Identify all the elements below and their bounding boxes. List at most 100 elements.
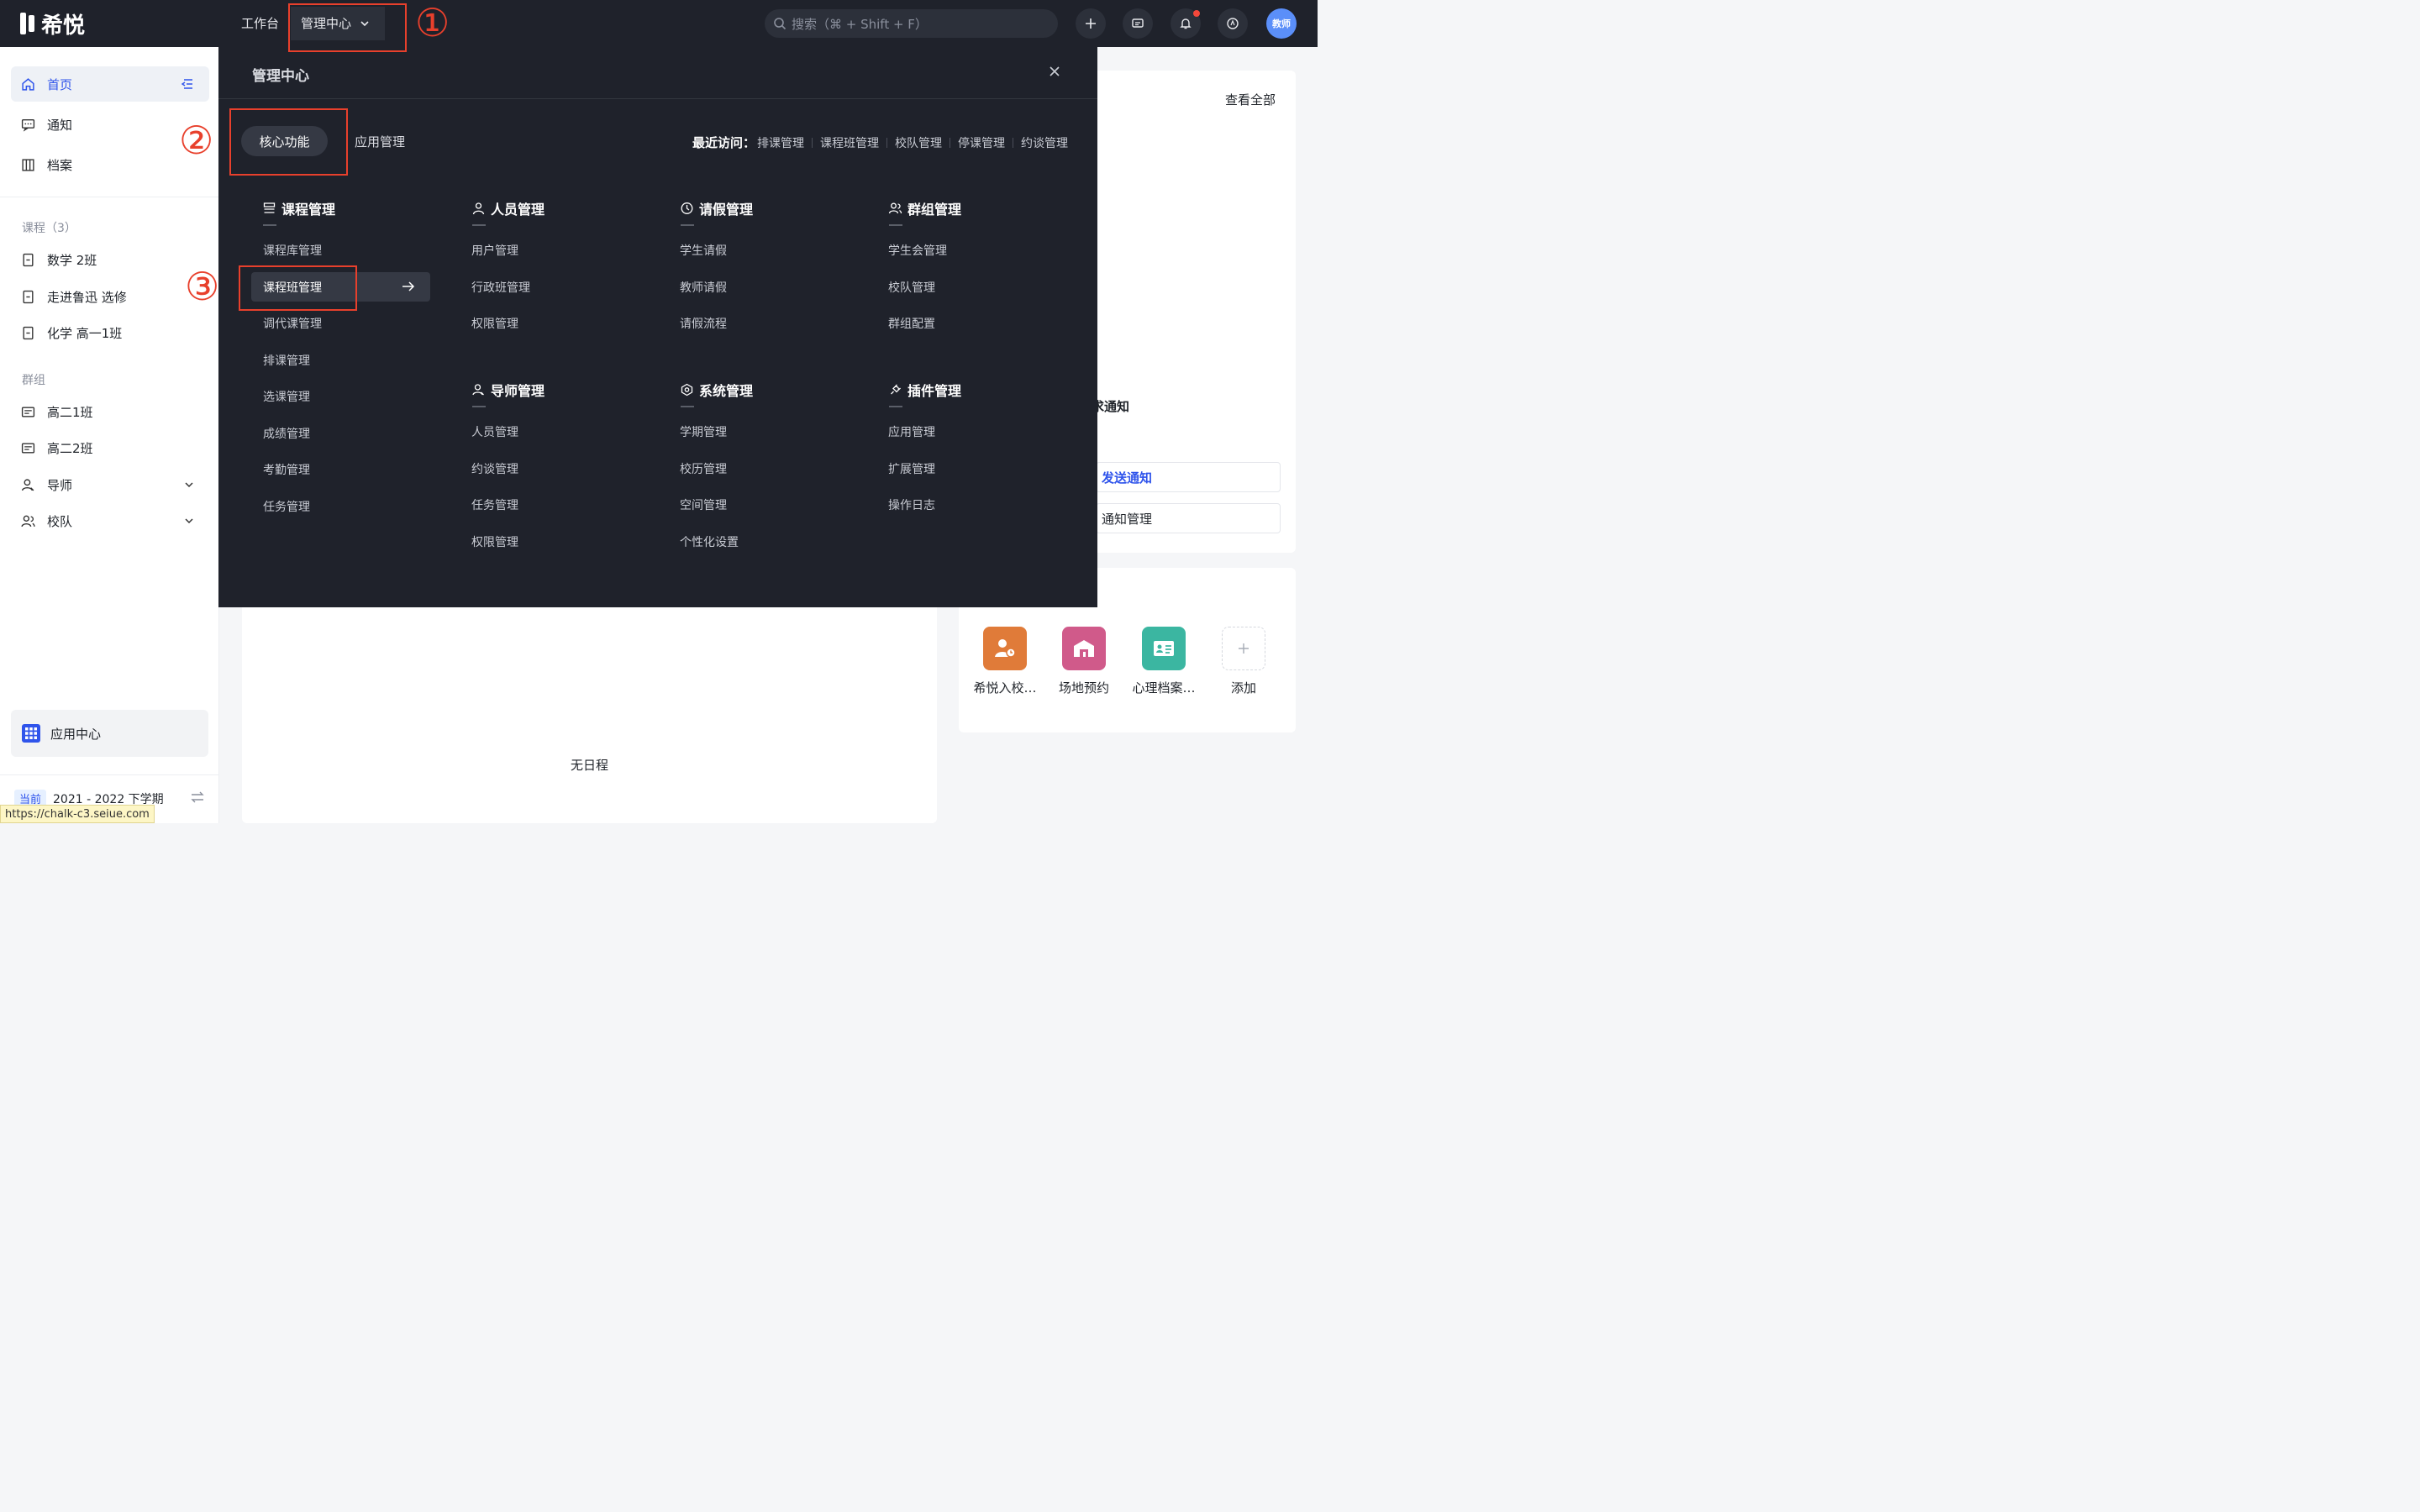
schedule-card: 无日程 <box>242 588 937 823</box>
menu-link[interactable]: 调代课管理 <box>263 315 322 332</box>
close-icon[interactable] <box>1049 66 1060 77</box>
send-notice-button[interactable]: 发送通知 <box>1096 462 1281 492</box>
recent-link[interactable]: 停课管理 <box>958 134 1005 151</box>
menu-divider <box>218 98 1097 99</box>
menu-link[interactable]: 行政班管理 <box>471 279 530 296</box>
users-icon <box>888 202 902 214</box>
plus-icon <box>1086 18 1096 29</box>
sidebar-item-label: 导师 <box>47 477 73 493</box>
annotation-number: ③ <box>185 264 220 309</box>
book-icon <box>23 290 34 303</box>
menu-title: 管理中心 <box>252 68 309 85</box>
menu-link[interactable]: 空间管理 <box>680 496 727 513</box>
search-input[interactable]: 搜索（⌘ + Shift + F） <box>765 9 1058 38</box>
menu-link[interactable]: 学生会管理 <box>888 242 947 259</box>
user-avatar[interactable]: 教师 <box>1266 8 1297 39</box>
plug-icon <box>891 384 901 395</box>
add-button[interactable] <box>1076 8 1106 39</box>
sidebar-item-course[interactable]: 数学 2班 <box>11 242 209 277</box>
annotation-number: ② <box>179 118 214 163</box>
menu-link[interactable]: 操作日志 <box>888 496 935 513</box>
sidebar-item-label: 校队 <box>47 513 73 529</box>
menu-link[interactable]: 约谈管理 <box>471 460 518 477</box>
menu-link[interactable]: 权限管理 <box>471 533 518 550</box>
notice-manage-button[interactable]: 通知管理 <box>1096 503 1281 533</box>
status-url: https://chalk-c3.seiue.com <box>0 805 155 823</box>
menu-link[interactable]: 任务管理 <box>471 496 518 513</box>
clock-icon <box>681 202 693 214</box>
app-tile[interactable]: 希悦入校… <box>963 627 1047 696</box>
menu-link[interactable]: 校历管理 <box>680 460 727 477</box>
app-tile-label: 心理档案… <box>1132 680 1196 696</box>
menu-link[interactable]: 成绩管理 <box>263 425 310 442</box>
sidebar-item-label: 档案 <box>47 157 73 173</box>
chevron-down-icon[interactable] <box>184 516 194 526</box>
search-icon <box>774 18 786 30</box>
tab-app-management[interactable]: 应用管理 <box>355 133 405 150</box>
menu-link[interactable]: 学生请假 <box>680 242 727 259</box>
collapse-sidebar-icon[interactable] <box>181 78 194 90</box>
sidebar-item-team[interactable]: 校队 <box>11 503 209 538</box>
app-center-button[interactable]: 应用中心 <box>11 710 208 757</box>
recent-link[interactable]: 校队管理 <box>895 134 942 151</box>
profile-switch-button[interactable] <box>1218 8 1248 39</box>
sidebar-item-course[interactable]: 走进鲁迅 选修 <box>11 279 209 314</box>
sidebar-item-label: 首页 <box>47 76 73 92</box>
sidebar-item-group[interactable]: 高二1班 <box>11 394 209 429</box>
message-button[interactable] <box>1123 8 1153 39</box>
sidebar: 首页 通知 档案 课程（3） 数学 2班 走进鲁迅 选修 化学 高一1班 群组 … <box>0 47 219 823</box>
app-center-label: 应用中心 <box>50 726 102 742</box>
menu-link[interactable]: 人员管理 <box>471 423 518 440</box>
annotation-box <box>288 3 407 52</box>
group-title: 系统管理 <box>699 383 754 399</box>
sidebar-item-label: 高二2班 <box>47 440 93 456</box>
menu-link[interactable]: 群组配置 <box>888 315 935 332</box>
menu-link[interactable]: 排课管理 <box>263 352 310 369</box>
menu-link[interactable]: 扩展管理 <box>888 460 935 477</box>
app-tile-label: 添加 <box>1230 680 1256 696</box>
sidebar-item-course[interactable]: 化学 高一1班 <box>11 315 209 350</box>
sidebar-item-home[interactable]: 首页 <box>11 66 209 102</box>
menu-link[interactable]: 教师请假 <box>680 279 727 296</box>
app-tile[interactable]: 心理档案… <box>1122 627 1206 696</box>
menu-link[interactable]: 应用管理 <box>888 423 935 440</box>
group-title: 课程管理 <box>281 202 336 218</box>
search-placeholder: 搜索（⌘ + Shift + F） <box>792 16 928 32</box>
recent-link[interactable]: 课程班管理 <box>820 134 879 151</box>
nav-workbench[interactable]: 工作台 <box>241 12 279 35</box>
message-icon <box>21 118 35 132</box>
menu-link[interactable]: 任务管理 <box>263 498 310 515</box>
sidebar-divider <box>0 774 219 775</box>
sidebar-item-mentor[interactable]: 导师 <box>11 467 209 502</box>
sidebar-item-label: 化学 高一1班 <box>47 325 123 341</box>
menu-link[interactable]: 请假流程 <box>680 315 727 332</box>
group-underline <box>681 406 694 407</box>
menu-link[interactable]: 校队管理 <box>888 279 935 296</box>
group-underline <box>263 224 276 226</box>
no-schedule-text: 无日程 <box>570 758 608 773</box>
menu-link[interactable]: 选课管理 <box>263 388 310 405</box>
add-app-tile[interactable]: 添加 <box>1202 627 1286 696</box>
book-icon <box>23 253 34 266</box>
menu-link[interactable]: 考勤管理 <box>263 461 310 478</box>
group-underline <box>472 406 486 407</box>
menu-link[interactable]: 学期管理 <box>680 423 727 440</box>
recent-link[interactable]: 约谈管理 <box>1021 134 1068 151</box>
menu-link[interactable]: 个性化设置 <box>680 533 739 550</box>
chevron-down-icon[interactable] <box>184 480 194 490</box>
swap-icon[interactable] <box>190 790 205 804</box>
app-tile[interactable]: 场地预约 <box>1042 627 1126 696</box>
home-icon <box>22 77 34 91</box>
annotation-number: ① <box>415 0 450 45</box>
menu-link[interactable]: 课程库管理 <box>263 242 322 259</box>
recent-link[interactable]: 排课管理 <box>757 134 804 151</box>
app-logo[interactable]: 希悦 <box>20 10 86 39</box>
group-underline <box>472 224 486 226</box>
group-underline <box>889 224 902 226</box>
menu-link[interactable]: 用户管理 <box>471 242 518 259</box>
menu-link[interactable]: 权限管理 <box>471 315 518 332</box>
logo-text: 希悦 <box>41 13 86 39</box>
view-all-link[interactable]: 查看全部 <box>1225 91 1276 108</box>
sidebar-item-group[interactable]: 高二2班 <box>11 430 209 465</box>
class-group-icon <box>21 406 35 417</box>
